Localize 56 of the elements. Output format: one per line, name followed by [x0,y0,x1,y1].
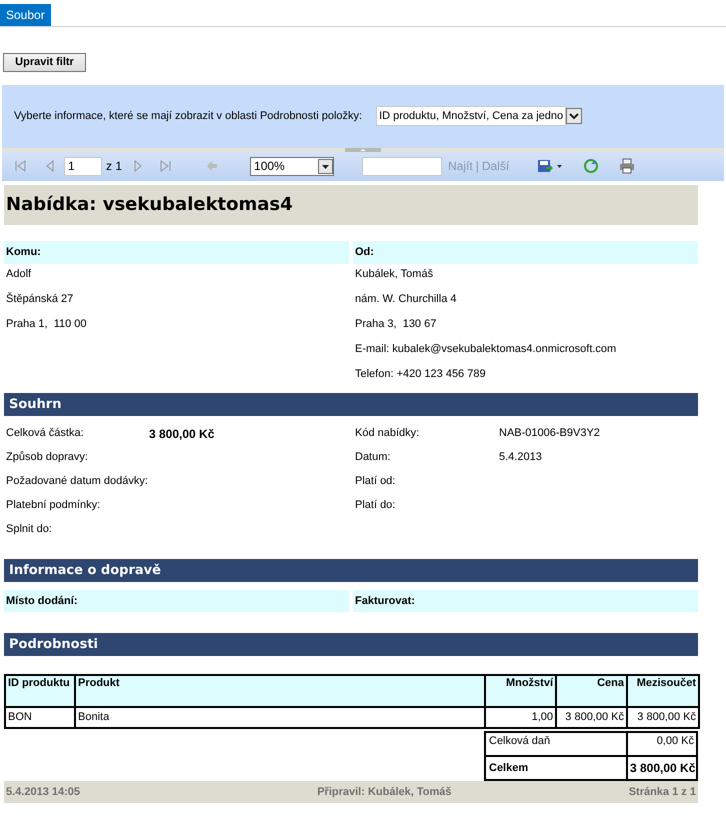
summary-label: Datum: [355,450,392,465]
address-line: nám. W. Churchilla 4 [355,292,458,307]
summary-value: 3 800,00 Kč [149,426,214,443]
page-count: z 1 [106,158,122,176]
summary-label: Celková částka: [6,426,85,441]
summary-value: 5.4.2013 [499,450,542,465]
summary-label: Splnit do: [6,522,53,537]
address-line: Telefon: +420 123 456 789 [355,366,487,382]
footer-date: 5.4.2013 14:05 [6,784,80,800]
link-separator: | [476,158,479,176]
table-cell: BON [5,706,75,728]
address-line: Praha 3, 130 67 [355,316,438,332]
address-heading: Od: [353,240,698,264]
parameter-label: Vyberte informace, které se mají zobrazit v oblasti Podrobnosti položky: [14,109,362,124]
section-header: Souhrn [4,392,698,416]
edit-filter-button[interactable]: Upravit filtr [3,52,86,72]
address-line: Praha 1, 110 00 [6,316,88,332]
column-header: Množství [485,674,556,707]
collapse-handle-icon[interactable] [345,148,381,152]
table-cell: 1,00 [485,706,556,728]
table-cell: 3 800,00 Kč [556,706,627,728]
summary-label: Platební podmínky: [6,498,102,513]
shipping-field: Fakturovat: [353,590,698,612]
section-header: Podrobnosti [4,632,698,656]
total-value: 0,00 Kč [627,732,697,756]
column-header: Produkt [75,674,485,707]
section-header: Informace o dopravě [4,558,698,582]
column-header: Cena [556,674,627,707]
address-line: Adolf [6,266,32,282]
summary-label: Požadované datum dodávky: [6,474,149,489]
summary-label: Kód nabídky: [355,426,420,441]
footer-page: Stránka 1 z 1 [628,784,696,800]
footer-author: Připravil: Kubálek, Tomáš [317,784,452,800]
summary-label: Platí od: [355,474,396,489]
report-title: Nabídka: vsekubalektomas4 [4,184,698,225]
summary-label: Platí do: [355,498,396,513]
zoom-select[interactable]: 100% [250,156,334,176]
summary-value: NAB-01006-B9V3Y2 [499,426,600,441]
address-line: Štěpánská 27 [6,291,74,307]
shipping-field: Místo dodání: [4,590,349,612]
table-cell: 3 800,00 Kč [627,706,699,728]
refresh-icon[interactable] [583,158,600,174]
table-cell: Bonita [75,706,485,728]
address-line: E-mail: kubalek@vsekubalektomas4.onmicrosoft.com [355,342,618,357]
address-heading: Komu: [4,240,349,264]
menu-tab[interactable]: Soubor [0,4,51,26]
print-icon[interactable] [619,158,636,174]
find-field[interactable] [362,156,442,176]
column-header: Mezisoučet [627,674,699,707]
save-icon[interactable] [537,158,564,174]
summary-label: Způsob dopravy: [6,450,89,465]
total-label: Celková daň [485,732,627,756]
parameter-select[interactable]: ID produktu, Množství, Cena za jedno [376,106,566,126]
column-header: ID produktu [5,674,75,707]
address-line: Kubálek, Tomáš [355,266,434,282]
page-number-field[interactable]: 1 [64,156,102,176]
